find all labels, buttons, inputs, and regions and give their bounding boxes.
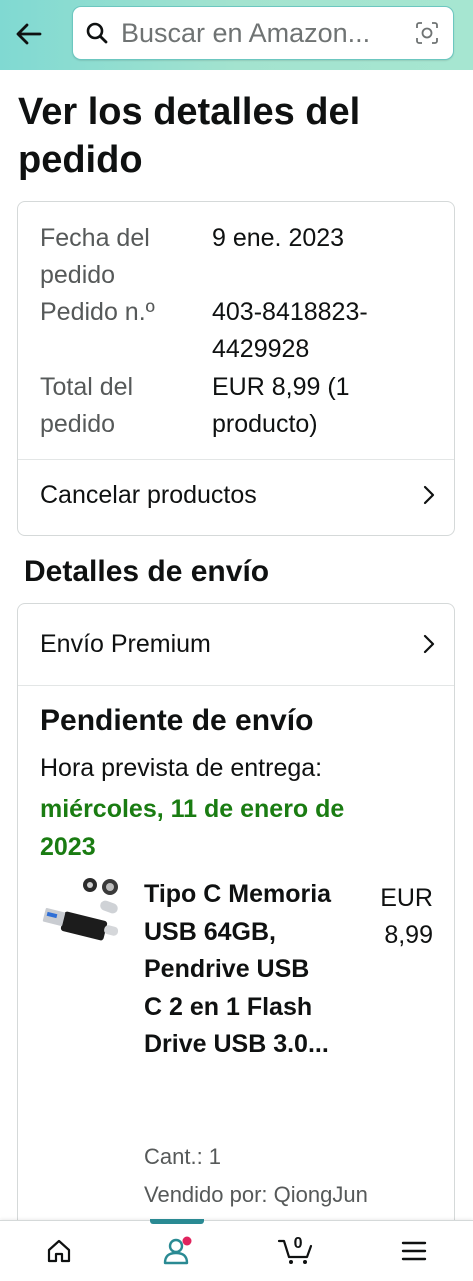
search-bar[interactable] (73, 7, 453, 59)
shipping-card: Envío Premium Pendiente de envío Hora pr… (17, 603, 455, 1243)
product-seller: Vendido por: QiongJun (144, 1182, 368, 1207)
nav-cart[interactable]: 0 (237, 1221, 355, 1281)
shipment-status: Pendiente de envío (40, 704, 314, 737)
top-bar (0, 0, 473, 70)
search-input[interactable] (119, 16, 413, 50)
order-summary-card: Fecha del pedido 9 ene. 2023 Pedido n.º … (17, 201, 455, 536)
search-icon (85, 20, 111, 46)
back-button[interactable] (10, 16, 46, 52)
page-title: Ver los detalles del pedido (18, 91, 361, 181)
shipping-details-heading: Detalles de envío (24, 555, 270, 588)
menu-icon (401, 1241, 427, 1261)
chevron-right-icon (423, 485, 435, 505)
chevron-right-icon (423, 634, 435, 654)
product-quantity: Cant.: 1 (144, 1144, 222, 1169)
cancel-items-link[interactable]: Cancelar productos (40, 467, 436, 523)
divider (18, 685, 454, 686)
nav-menu[interactable] (355, 1221, 473, 1281)
order-number-label: Pedido n.º (40, 298, 155, 326)
shipping-service-label: Envío Premium (40, 629, 211, 658)
product-image[interactable] (40, 876, 124, 956)
account-icon (164, 1236, 192, 1265)
order-total-value: EUR 8,99 (1 producto) (212, 373, 350, 438)
divider (18, 459, 454, 460)
product-price: EUR 8,99 (380, 884, 433, 949)
cancel-items-label: Cancelar productos (40, 480, 257, 509)
order-date-value: 9 ene. 2023 (212, 224, 345, 252)
nav-home[interactable] (0, 1221, 118, 1281)
delivery-estimate-label: Hora prevista de entrega: (40, 754, 323, 782)
premium-shipping-link[interactable]: Envío Premium (40, 616, 436, 672)
home-icon (48, 1239, 71, 1263)
delivery-estimate-date: miércoles, 11 de enero de 2023 (40, 795, 345, 861)
camera-scan-icon[interactable] (413, 19, 441, 47)
product-title[interactable]: Tipo C Memoria USB 64GB, Pendrive USB C … (144, 876, 334, 1064)
order-number-value: 403-8418823-4429928 (212, 298, 368, 363)
order-date-label: Fecha del pedido (40, 224, 150, 289)
back-arrow-icon (16, 23, 42, 45)
cart-count-badge: 0 (293, 1235, 303, 1252)
bottom-navigation: 0 (0, 1219, 473, 1281)
nav-account[interactable] (118, 1221, 236, 1281)
order-total-label: Total del pedido (40, 373, 134, 438)
